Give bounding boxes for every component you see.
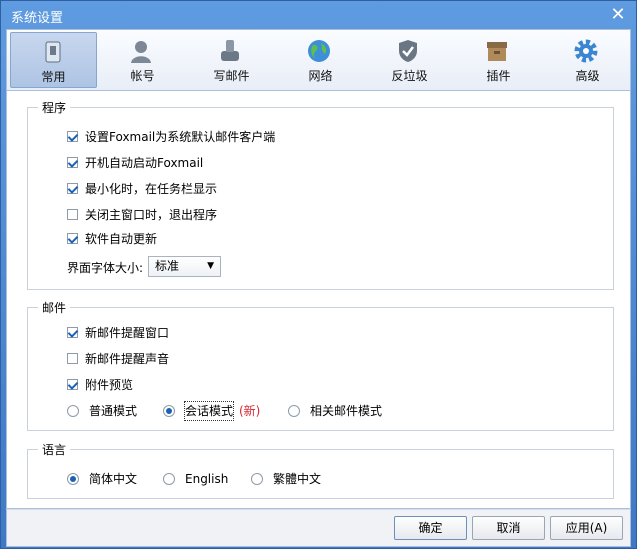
tab-network[interactable]: 网络 bbox=[277, 32, 364, 88]
tab-label: 写邮件 bbox=[213, 69, 250, 83]
attachment-preview-checkbox[interactable] bbox=[67, 379, 78, 390]
account-icon bbox=[131, 41, 151, 63]
font-size-value: 标准 bbox=[155, 259, 180, 273]
taskbar-checkbox[interactable] bbox=[67, 183, 78, 194]
ok-button[interactable]: 确定 bbox=[394, 516, 467, 540]
option-label: 开机自动启动Foxmail bbox=[85, 156, 204, 170]
language-label: 繁體中文 bbox=[273, 472, 322, 486]
option-label: 最小化时，在任务栏显示 bbox=[85, 182, 218, 196]
tab-antispam[interactable]: 反垃圾 bbox=[366, 32, 453, 88]
compose-icon bbox=[221, 40, 239, 61]
new-tag: (新) bbox=[239, 404, 261, 418]
language-simplified-radio[interactable] bbox=[67, 473, 79, 485]
mode-label: 普通模式 bbox=[89, 404, 138, 418]
plugin-icon bbox=[487, 42, 507, 61]
font-size-label: 界面字体大小: bbox=[67, 261, 144, 275]
default-client-checkbox[interactable] bbox=[67, 131, 78, 142]
tab-label: 网络 bbox=[308, 69, 333, 83]
tab-label: 反垃圾 bbox=[391, 69, 428, 83]
language-group-title: 语言 bbox=[38, 441, 71, 458]
autostart-checkbox[interactable] bbox=[67, 157, 78, 168]
language-english-radio[interactable] bbox=[163, 473, 175, 485]
general-icon bbox=[45, 41, 61, 63]
exit-on-close-checkbox[interactable] bbox=[67, 209, 78, 220]
advanced-icon bbox=[574, 39, 598, 63]
program-group-title: 程序 bbox=[38, 99, 71, 116]
settings-panel: 程序 设置Foxmail为系统默认邮件客户端 开机自动启动Foxmail 最小化… bbox=[6, 91, 631, 509]
option-label: 新邮件提醒声音 bbox=[85, 352, 170, 366]
close-icon[interactable]: ✕ bbox=[608, 5, 628, 25]
mode-related-radio[interactable] bbox=[288, 405, 300, 417]
tab-label: 常用 bbox=[41, 70, 66, 84]
mail-group-title: 邮件 bbox=[38, 299, 71, 316]
language-label: 简体中文 bbox=[89, 472, 138, 486]
option-label: 附件预览 bbox=[85, 378, 134, 392]
antispam-icon bbox=[399, 40, 417, 62]
window-title: 系统设置 bbox=[11, 11, 64, 26]
dialog-footer: 确定 取消 应用(A) bbox=[6, 509, 631, 547]
tab-advanced[interactable]: 高级 bbox=[544, 32, 631, 88]
font-size-select[interactable]: 标准 ▼ bbox=[148, 256, 221, 277]
title-bar: 系统设置 ✕ bbox=[1, 1, 636, 29]
cancel-button[interactable]: 取消 bbox=[472, 516, 545, 540]
tab-compose[interactable]: 写邮件 bbox=[188, 32, 275, 88]
tab-general[interactable]: 常用 bbox=[10, 32, 97, 88]
mode-normal-radio[interactable] bbox=[67, 405, 79, 417]
language-label: English bbox=[185, 472, 229, 486]
settings-window: 系统设置 ✕ 常用 帐号 写邮件 网络 反垃圾 插件 高级 程序 设置Foxma… bbox=[0, 0, 637, 549]
mode-label: 会话模式 bbox=[183, 401, 235, 421]
tab-label: 帐号 bbox=[130, 69, 155, 83]
tab-account[interactable]: 帐号 bbox=[99, 32, 186, 88]
network-icon bbox=[308, 40, 330, 62]
language-traditional-radio[interactable] bbox=[251, 473, 263, 485]
option-label: 软件自动更新 bbox=[85, 232, 158, 246]
tab-label: 插件 bbox=[486, 69, 511, 83]
tab-label: 高级 bbox=[575, 69, 600, 83]
new-mail-sound-checkbox[interactable] bbox=[67, 353, 78, 364]
mode-label: 相关邮件模式 bbox=[310, 404, 383, 418]
option-label: 关闭主窗口时，退出程序 bbox=[85, 208, 218, 222]
new-mail-window-checkbox[interactable] bbox=[67, 327, 78, 338]
apply-button[interactable]: 应用(A) bbox=[550, 516, 623, 540]
auto-update-checkbox[interactable] bbox=[67, 233, 78, 244]
option-label: 设置Foxmail为系统默认邮件客户端 bbox=[85, 130, 276, 144]
option-label: 新邮件提醒窗口 bbox=[85, 326, 170, 340]
chevron-down-icon: ▼ bbox=[207, 261, 214, 271]
mode-conversation-radio[interactable] bbox=[163, 405, 175, 417]
settings-tab-bar: 常用 帐号 写邮件 网络 反垃圾 插件 高级 bbox=[6, 29, 631, 91]
tab-plugin[interactable]: 插件 bbox=[455, 32, 542, 88]
